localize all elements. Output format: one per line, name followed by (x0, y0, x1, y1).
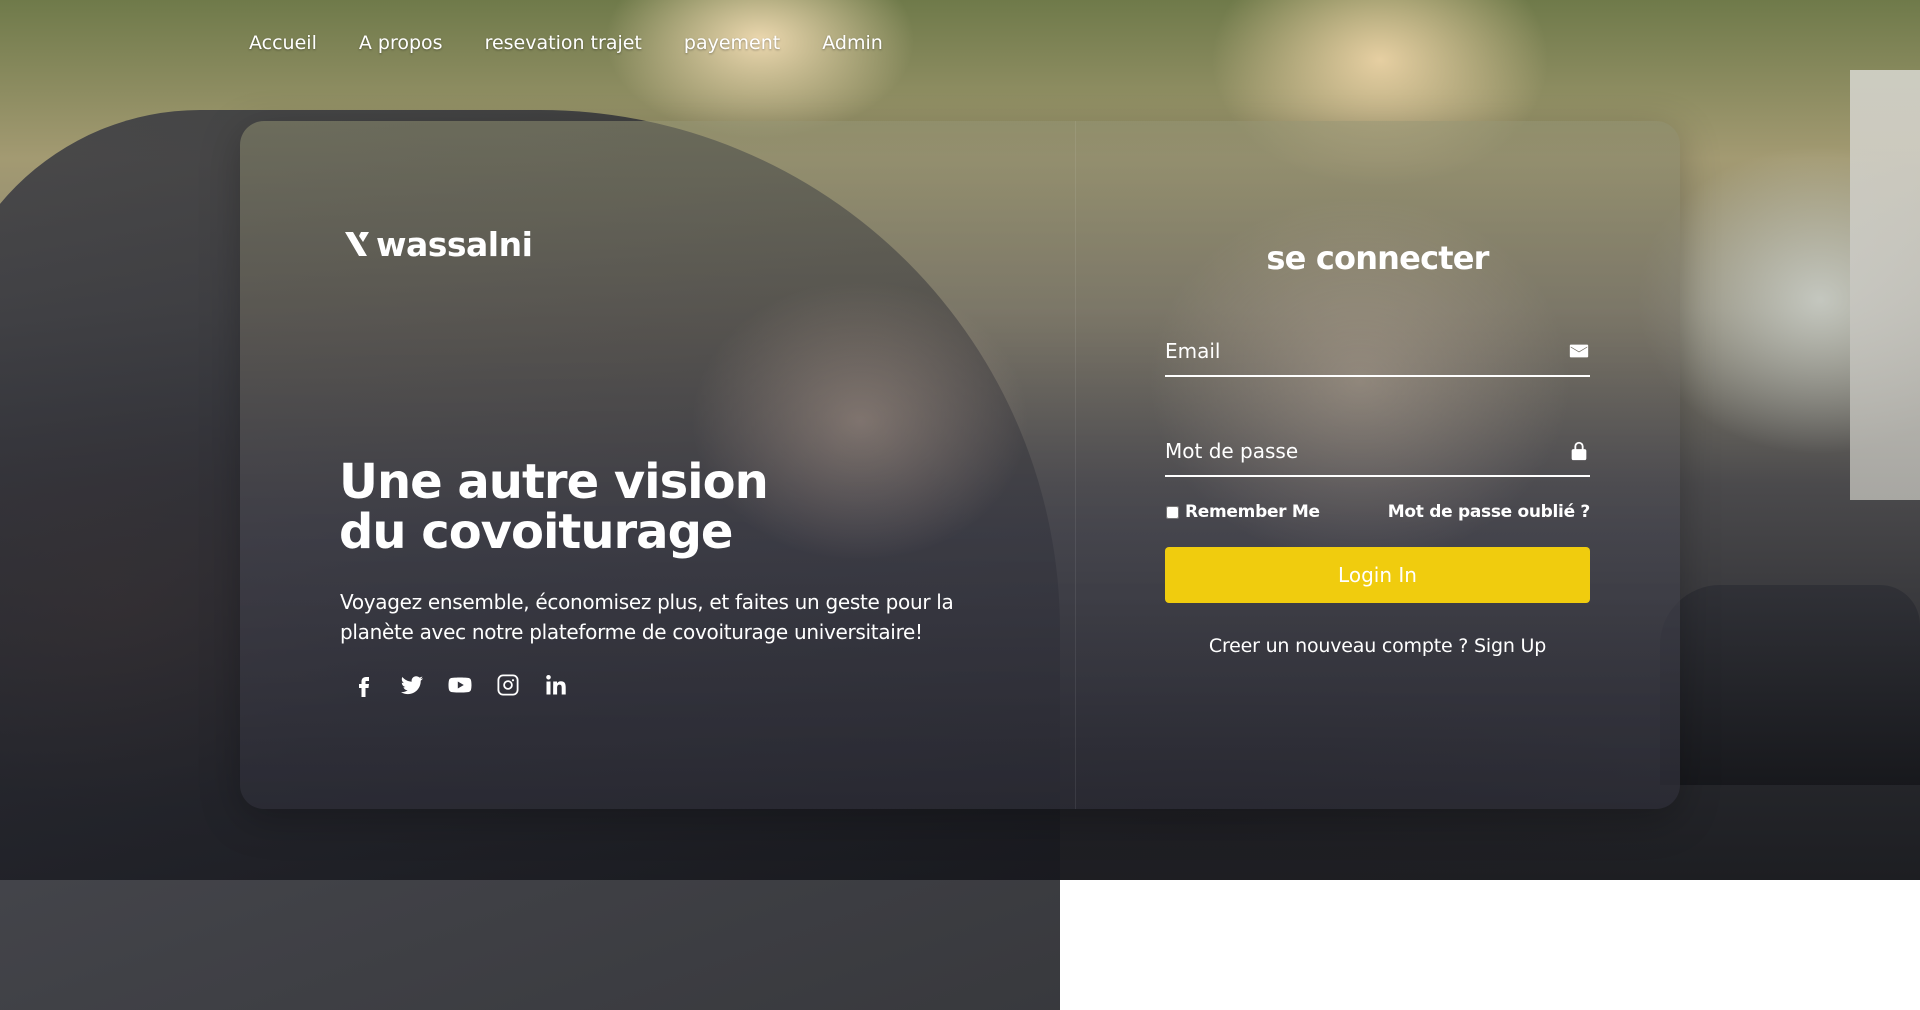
remember-me-label: Remember Me (1185, 502, 1320, 522)
password-input[interactable] (1165, 431, 1545, 471)
nav-item-reservation-trajet[interactable]: resevation trajet (485, 32, 642, 54)
nav-item-accueil[interactable]: Accueil (249, 32, 317, 54)
signup-prompt: Creer un nouveau compte ? Sign Up (1075, 635, 1680, 657)
password-field (1165, 431, 1590, 477)
forgot-password-link[interactable]: Mot de passe oublié ? (1388, 502, 1591, 522)
nav-item-admin[interactable]: Admin (822, 32, 883, 54)
instagram-icon[interactable] (496, 673, 520, 697)
logo-mark-icon (342, 228, 372, 262)
remember-me-checkbox[interactable] (1166, 505, 1179, 519)
signup-prompt-text: Creer un nouveau compte ? (1208, 635, 1469, 657)
linkedin-icon[interactable] (544, 673, 568, 697)
background-building (1850, 70, 1920, 500)
brand-logo: wassalni (342, 225, 533, 264)
lock-icon (1568, 440, 1590, 462)
login-button[interactable]: Login In (1165, 547, 1590, 603)
card-divider (1075, 121, 1076, 809)
login-options-row: Remember Me Mot de passe oublié ? (1165, 502, 1590, 522)
nav-item-a-propos[interactable]: A propos (359, 32, 443, 54)
social-links (352, 673, 592, 697)
email-input[interactable] (1165, 331, 1545, 371)
signup-link[interactable]: Sign Up (1474, 635, 1546, 657)
top-nav: Accueil A propos resevation trajet payem… (249, 32, 925, 54)
hero-headline-line-2: du covoiturage (339, 504, 733, 560)
mail-icon (1568, 340, 1590, 362)
youtube-icon[interactable] (448, 673, 472, 697)
nav-item-payement[interactable]: payement (684, 32, 780, 54)
email-field (1165, 331, 1590, 377)
login-card: wassalni Une autre vision du covoiturage… (240, 121, 1680, 809)
twitter-icon[interactable] (400, 673, 424, 697)
logo-text: wassalni (376, 225, 533, 264)
hero-headline-line-1: Une autre vision (339, 454, 769, 510)
hero-tagline: Voyagez ensemble, économisez plus, et fa… (340, 590, 954, 644)
background-car-rear (1660, 585, 1920, 785)
remember-me: Remember Me (1165, 502, 1320, 522)
facebook-icon[interactable] (352, 673, 376, 697)
hero-headline: Une autre vision du covoiturage (339, 457, 979, 557)
login-title: se connecter (1266, 239, 1489, 277)
